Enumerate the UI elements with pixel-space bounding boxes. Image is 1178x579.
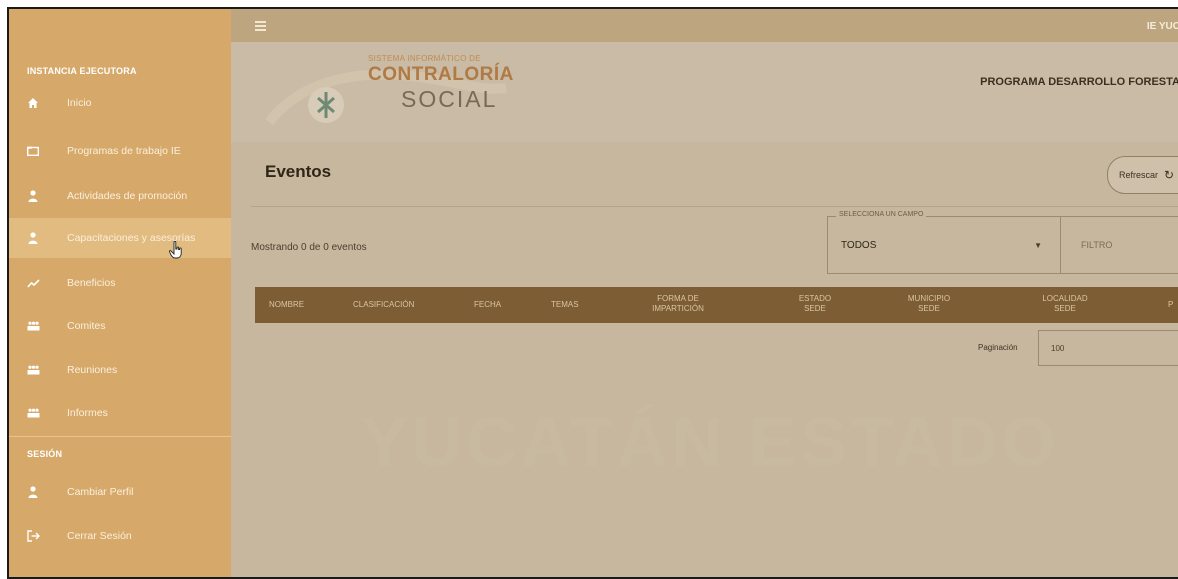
refresh-label: Refrescar — [1119, 170, 1159, 180]
sidebar-item-label: Reuniones — [67, 364, 118, 376]
sidebar-item-cambiar-perfil[interactable]: Cambiar Perfil — [9, 472, 231, 512]
hand-cursor-icon — [169, 240, 183, 264]
person-icon — [26, 189, 40, 203]
page-title: Eventos — [265, 162, 332, 181]
column-header[interactable]: LOCALIDAD SEDE — [1039, 294, 1091, 314]
sidebar-item-capacitaciones[interactable]: Capacitaciones y asesorías — [9, 218, 231, 258]
results-count: Mostrando 0 de 0 eventos — [251, 242, 367, 253]
field-select-value: TODOS — [841, 239, 877, 251]
sidebar-item-label: Cerrar Sesión — [67, 530, 132, 542]
column-header[interactable]: FORMA DE IMPARTICIÓN — [643, 294, 713, 314]
table-header: NOMBRE CLASIFICACIÓN FECHA TEMAS FORMA D… — [255, 287, 1178, 323]
group-icon — [26, 319, 40, 333]
logo-title: CONTRALORÍA — [368, 64, 514, 85]
column-header[interactable]: NOMBRE — [269, 300, 304, 310]
folder-icon — [26, 144, 40, 158]
sidebar-item-cerrar-sesion[interactable]: Cerrar Sesión — [9, 516, 231, 556]
sidebar: INSTANCIA EJECUTORA Inicio Programas de … — [9, 9, 231, 577]
filter-input[interactable]: FILTRO — [1061, 216, 1178, 274]
sidebar-item-label: Actividades de promoción — [67, 190, 188, 202]
sidebar-item-informes[interactable]: Informes — [9, 393, 231, 433]
chevron-down-icon: ▼ — [1034, 241, 1042, 250]
sidebar-item-label: Beneficios — [67, 277, 116, 289]
program-name: PROGRAMA DESARROLLO FORESTA — [980, 76, 1178, 88]
group-icon — [26, 406, 40, 420]
home-icon — [26, 96, 40, 110]
sidebar-item-reuniones[interactable]: Reuniones — [9, 350, 231, 390]
main-area: IE YUC SISTEMA INFORMÁTICO DE CONTRALORÍ… — [231, 9, 1178, 577]
sidebar-divider — [9, 436, 231, 437]
divider — [251, 206, 1178, 207]
field-select-legend: SELECCIONA UN CAMPO — [836, 211, 927, 218]
sidebar-item-programas[interactable]: Programas de trabajo IE — [9, 131, 231, 171]
pagination-label: Paginación — [978, 343, 1018, 352]
column-header[interactable]: ESTADO SEDE — [795, 294, 835, 314]
pagination-value: 100 — [1051, 343, 1065, 353]
sidebar-item-label: Programas de trabajo IE — [67, 145, 181, 157]
column-header[interactable]: FECHA — [474, 300, 501, 310]
field-select[interactable]: SELECCIONA UN CAMPO TODOS ▼ — [827, 211, 1061, 274]
content-area: YUCATÁN ESTADO Eventos Refrescar ↻ Mostr… — [231, 142, 1178, 577]
sidebar-item-label: Inicio — [67, 97, 92, 109]
person-icon — [26, 231, 40, 245]
header-banner: SISTEMA INFORMÁTICO DE CONTRALORÍA SOCIA… — [231, 42, 1178, 142]
filter-placeholder: FILTRO — [1081, 240, 1113, 250]
sidebar-section-session: SESIÓN — [27, 449, 63, 459]
watermark: YUCATÁN ESTADO — [361, 403, 1060, 481]
person-icon — [26, 485, 40, 499]
menu-toggle-icon[interactable] — [255, 21, 266, 31]
app-frame: INSTANCIA EJECUTORA Inicio Programas de … — [7, 7, 1178, 579]
sidebar-section-executor: INSTANCIA EJECUTORA — [27, 66, 137, 76]
column-header[interactable]: MUNICIPIO SEDE — [903, 294, 955, 314]
column-header[interactable]: CLASIFICACIÓN — [353, 300, 414, 310]
logo-subtitle: SISTEMA INFORMÁTICO DE — [368, 54, 481, 63]
group-icon — [26, 363, 40, 377]
refresh-icon: ↻ — [1164, 168, 1175, 182]
sidebar-item-comites[interactable]: Comites — [9, 306, 231, 346]
logout-icon — [26, 529, 40, 543]
column-header[interactable]: P — [1168, 300, 1173, 310]
sidebar-item-inicio[interactable]: Inicio — [9, 83, 231, 123]
logo-social: SOCIAL — [401, 86, 498, 112]
sidebar-item-beneficios[interactable]: Beneficios — [9, 263, 231, 303]
trend-icon — [26, 276, 40, 290]
pagination-select[interactable]: 100 — [1038, 330, 1178, 366]
sidebar-item-actividades[interactable]: Actividades de promoción — [9, 176, 231, 216]
sidebar-item-label: Comites — [67, 320, 106, 332]
refresh-button[interactable]: Refrescar ↻ — [1107, 156, 1178, 194]
sidebar-item-label: Cambiar Perfil — [67, 486, 134, 498]
sidebar-item-label: Informes — [67, 407, 108, 419]
user-badge[interactable]: IE YUC — [1147, 21, 1178, 32]
top-bar: IE YUC — [231, 9, 1178, 42]
column-header[interactable]: TEMAS — [551, 300, 579, 310]
